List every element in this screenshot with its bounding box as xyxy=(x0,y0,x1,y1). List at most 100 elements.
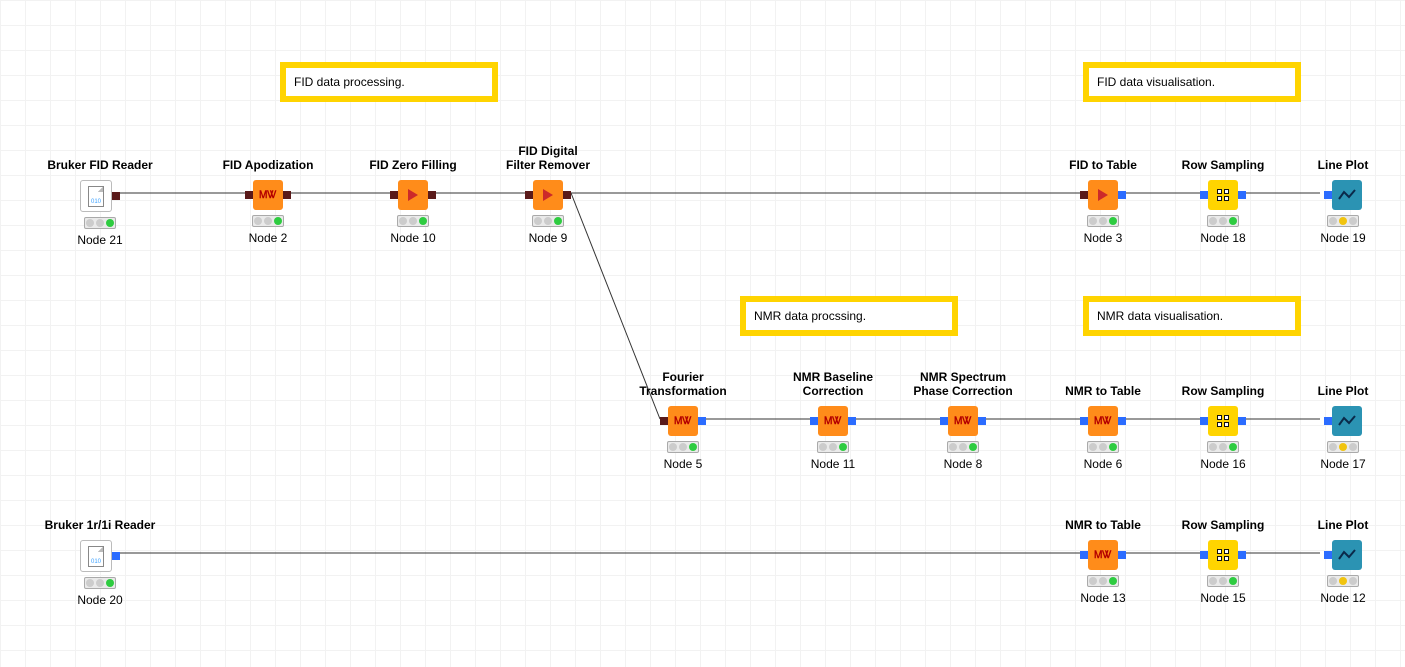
out-port[interactable] xyxy=(563,191,571,199)
in-port[interactable] xyxy=(1200,191,1208,199)
line-plot-icon xyxy=(1332,540,1362,570)
out-port[interactable] xyxy=(1118,417,1126,425)
in-port[interactable] xyxy=(1324,191,1332,199)
status-lights xyxy=(1087,215,1119,227)
out-port[interactable] xyxy=(1118,191,1126,199)
node-id: Node 15 xyxy=(1200,591,1245,605)
pulse-icon: ᎷᏔ xyxy=(253,180,283,210)
node-line-plot-2[interactable]: Line Plot Node 17 xyxy=(1283,384,1403,471)
out-port[interactable] xyxy=(1238,191,1246,199)
out-port[interactable] xyxy=(1118,551,1126,559)
annotation-nmr-visualisation[interactable]: NMR data visualisation. xyxy=(1083,296,1301,336)
out-port[interactable] xyxy=(283,191,291,199)
node-id: Node 11 xyxy=(811,457,855,471)
node-line-plot-1[interactable]: Line Plot Node 19 xyxy=(1283,158,1403,245)
grid-icon xyxy=(1208,540,1238,570)
in-port[interactable] xyxy=(525,191,533,199)
node-id: Node 16 xyxy=(1200,457,1245,471)
node-fourier-transformation[interactable]: Fourier Transformation ᎷᏔ Node 5 xyxy=(623,370,743,471)
arrow-icon xyxy=(398,180,428,210)
node-title: NMR Baseline Correction xyxy=(793,370,873,398)
status-lights xyxy=(1327,215,1359,227)
grid-icon xyxy=(1208,406,1238,436)
in-port[interactable] xyxy=(1200,551,1208,559)
out-port[interactable] xyxy=(978,417,986,425)
grid-icon xyxy=(1208,180,1238,210)
node-bruker-1r1i-reader[interactable]: Bruker 1r/1i Reader 010 Node 20 xyxy=(40,518,160,607)
out-port[interactable] xyxy=(698,417,706,425)
line-plot-icon xyxy=(1332,180,1362,210)
node-id: Node 2 xyxy=(249,231,288,245)
status-lights xyxy=(1327,441,1359,453)
out-port[interactable] xyxy=(1238,551,1246,559)
node-nmr-to-table-2[interactable]: NMR to Table ᎷᏔ Node 13 xyxy=(1043,518,1163,605)
status-lights xyxy=(252,215,284,227)
node-id: Node 18 xyxy=(1200,231,1245,245)
status-lights xyxy=(1207,215,1239,227)
out-port[interactable] xyxy=(428,191,436,199)
status-lights xyxy=(1087,575,1119,587)
node-id: Node 3 xyxy=(1084,231,1123,245)
node-title: NMR Spectrum Phase Correction xyxy=(913,370,1012,398)
in-port[interactable] xyxy=(1200,417,1208,425)
node-id: Node 5 xyxy=(664,457,703,471)
node-nmr-spectrum-phase-correction[interactable]: NMR Spectrum Phase Correction ᎷᏔ Node 8 xyxy=(903,370,1023,471)
node-row-sampling-3[interactable]: Row Sampling Node 15 xyxy=(1163,518,1283,605)
status-lights xyxy=(667,441,699,453)
in-port[interactable] xyxy=(1324,551,1332,559)
annotation-fid-visualisation[interactable]: FID data visualisation. xyxy=(1083,62,1301,102)
node-id: Node 17 xyxy=(1320,457,1365,471)
in-port[interactable] xyxy=(245,191,253,199)
status-lights xyxy=(1207,441,1239,453)
node-title: NMR to Table xyxy=(1065,384,1141,398)
node-title: Line Plot xyxy=(1318,384,1369,398)
node-line-plot-3[interactable]: Line Plot Node 12 xyxy=(1283,518,1403,605)
node-row-sampling-2[interactable]: Row Sampling Node 16 xyxy=(1163,384,1283,471)
node-bruker-fid-reader[interactable]: Bruker FID Reader 010 Node 21 xyxy=(40,158,160,247)
node-title: FID Zero Filling xyxy=(369,158,456,172)
status-lights xyxy=(397,215,429,227)
status-lights xyxy=(1207,575,1239,587)
in-port[interactable] xyxy=(940,417,948,425)
in-port[interactable] xyxy=(810,417,818,425)
node-nmr-baseline-correction[interactable]: NMR Baseline Correction ᎷᏔ Node 11 xyxy=(773,370,893,471)
node-title: Line Plot xyxy=(1318,518,1369,532)
in-port[interactable] xyxy=(1324,417,1332,425)
annotation-fid-processing[interactable]: FID data processing. xyxy=(280,62,498,102)
pulse-icon: ᎷᏔ xyxy=(948,406,978,436)
status-lights xyxy=(1327,575,1359,587)
in-port[interactable] xyxy=(1080,417,1088,425)
status-lights xyxy=(817,441,849,453)
pulse-icon: ᎷᏔ xyxy=(818,406,848,436)
node-row-sampling-1[interactable]: Row Sampling Node 18 xyxy=(1163,158,1283,245)
pulse-icon: ᎷᏔ xyxy=(1088,540,1118,570)
annotation-text: NMR data visualisation. xyxy=(1097,309,1223,323)
node-fid-digital-filter-remover[interactable]: FID Digital Filter Remover Node 9 xyxy=(488,144,608,245)
node-fid-to-table[interactable]: FID to Table Node 3 xyxy=(1043,158,1163,245)
in-port[interactable] xyxy=(1080,551,1088,559)
node-fid-zero-filling[interactable]: FID Zero Filling Node 10 xyxy=(353,158,473,245)
node-title: FID Digital Filter Remover xyxy=(506,144,590,172)
node-fid-apodization[interactable]: FID Apodization ᎷᏔ Node 2 xyxy=(208,158,328,245)
node-id: Node 10 xyxy=(390,231,435,245)
line-plot-icon xyxy=(1332,406,1362,436)
annotation-nmr-processing[interactable]: NMR data procssing. xyxy=(740,296,958,336)
node-id: Node 19 xyxy=(1320,231,1365,245)
arrow-icon xyxy=(1088,180,1118,210)
node-id: Node 6 xyxy=(1084,457,1123,471)
node-title: FID Apodization xyxy=(223,158,314,172)
out-port[interactable] xyxy=(1238,417,1246,425)
workflow-canvas[interactable]: FID data processing. FID data visualisat… xyxy=(0,0,1405,667)
out-port[interactable] xyxy=(848,417,856,425)
status-lights xyxy=(84,577,116,589)
status-lights xyxy=(84,217,116,229)
in-port[interactable] xyxy=(1080,191,1088,199)
in-port[interactable] xyxy=(660,417,668,425)
status-lights xyxy=(947,441,979,453)
node-id: Node 12 xyxy=(1320,591,1365,605)
file-reader-icon: 010 xyxy=(80,180,112,212)
out-port[interactable] xyxy=(112,192,120,200)
node-nmr-to-table-1[interactable]: NMR to Table ᎷᏔ Node 6 xyxy=(1043,384,1163,471)
in-port[interactable] xyxy=(390,191,398,199)
out-port[interactable] xyxy=(112,552,120,560)
